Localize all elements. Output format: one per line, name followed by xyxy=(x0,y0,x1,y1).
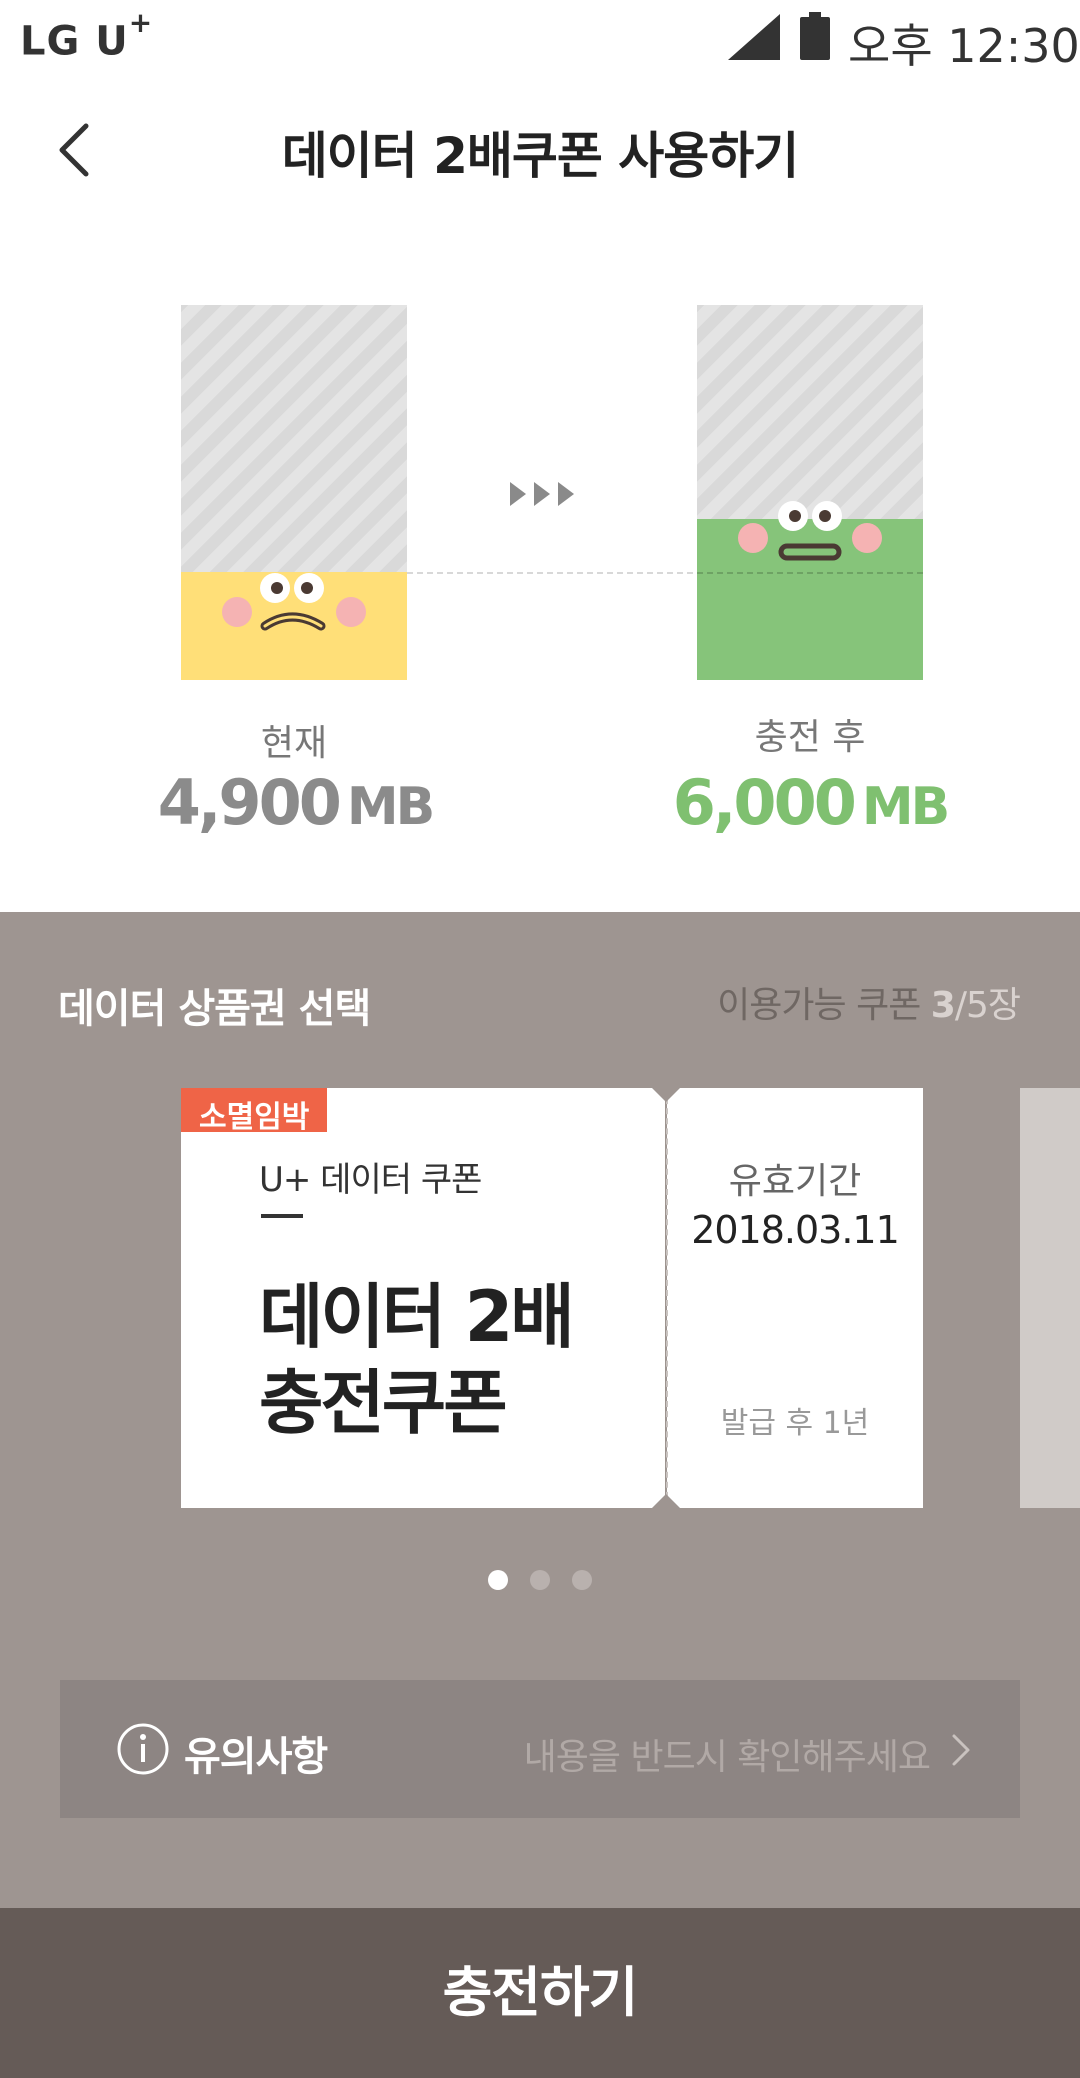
worried-face-icon xyxy=(222,573,366,631)
available-label: 이용가능 쿠폰 xyxy=(717,985,921,1026)
available-coupons: 이용가능 쿠폰 3/5장 xyxy=(717,976,1021,1028)
after-data-gauge xyxy=(697,305,923,680)
page-title: 데이터 2배쿠폰 사용하기 xyxy=(281,127,800,185)
coupon-notch-top xyxy=(652,1088,680,1102)
current-data-label: 현재 xyxy=(260,723,328,764)
clock: 오후 12:30 xyxy=(848,19,1080,73)
header: 데이터 2배쿠폰 사용하기 xyxy=(0,100,1080,200)
signal-icon xyxy=(728,14,780,60)
coupon-notch-bottom xyxy=(652,1494,680,1508)
coupon-divider xyxy=(261,1214,303,1218)
coupon-name: 데이터 2배 충전쿠폰 xyxy=(259,1274,659,1446)
after-data-label: 충전 후 xyxy=(754,717,866,758)
page-dot-2[interactable] xyxy=(530,1570,550,1590)
after-data-unit: MB xyxy=(861,777,950,837)
coupon-subtitle: U+ 데이터 쿠폰 xyxy=(259,1160,482,1200)
charge-button[interactable]: 충전하기 xyxy=(0,1908,1080,2078)
current-data-gauge xyxy=(181,305,407,680)
section-title: 데이터 상품권 선택 xyxy=(58,986,371,1032)
battery-icon xyxy=(800,12,830,60)
page-dot-1[interactable] xyxy=(488,1570,508,1590)
notice-message: 내용을 반드시 확인해주세요 xyxy=(523,1737,931,1778)
carrier-plus: + xyxy=(128,6,154,39)
after-data-number: 6,000 xyxy=(672,766,857,839)
current-data-unit: MB xyxy=(346,777,435,837)
carousel-pagination xyxy=(0,1570,1080,1594)
notice-title: 유의사항 xyxy=(184,1734,328,1780)
status-bar: LG U+ 오후 12:30 xyxy=(0,0,1080,76)
validity-note: 발급 후 1년 xyxy=(720,1406,870,1441)
chevron-right-icon xyxy=(952,1734,970,1766)
available-count: 3 xyxy=(930,985,956,1026)
after-level-line xyxy=(697,572,923,574)
page-dot-3[interactable] xyxy=(572,1570,592,1590)
expiring-badge: 소멸임박 xyxy=(181,1088,328,1135)
coupon-name-line2: 충전쿠폰 xyxy=(259,1362,508,1444)
next-coupon-card[interactable] xyxy=(1020,1088,1080,1508)
coupon-section: 데이터 상품권 선택 이용가능 쿠폰 3/5장 소멸임박 U+ 데이터 쿠폰 데… xyxy=(0,912,1080,1908)
coupon-perforation xyxy=(666,1088,668,1508)
validity-label: 유효기간 xyxy=(728,1161,862,1202)
current-data-value: 4,900 MB xyxy=(150,766,440,839)
coupon-name-line1: 데이터 2배 xyxy=(259,1276,575,1358)
current-data-number: 4,900 xyxy=(157,766,342,839)
carrier-name: LG U+ xyxy=(20,6,153,65)
info-icon xyxy=(117,1723,169,1775)
notice-row[interactable]: 유의사항 내용을 반드시 확인해주세요 xyxy=(60,1680,1020,1818)
after-data-value: 6,000 MB xyxy=(665,766,955,839)
validity-date: 2018.03.11 xyxy=(691,1208,900,1252)
coupon-card[interactable]: 소멸임박 U+ 데이터 쿠폰 데이터 2배 충전쿠폰 xyxy=(181,1088,665,1508)
happy-face-icon xyxy=(738,501,882,561)
coupon-validity[interactable]: 유효기간 2018.03.11 발급 후 1년 xyxy=(667,1088,923,1508)
available-total: /5장 xyxy=(954,985,1021,1026)
triple-arrow-icon xyxy=(510,482,574,506)
carrier-text: LG U xyxy=(20,18,129,65)
